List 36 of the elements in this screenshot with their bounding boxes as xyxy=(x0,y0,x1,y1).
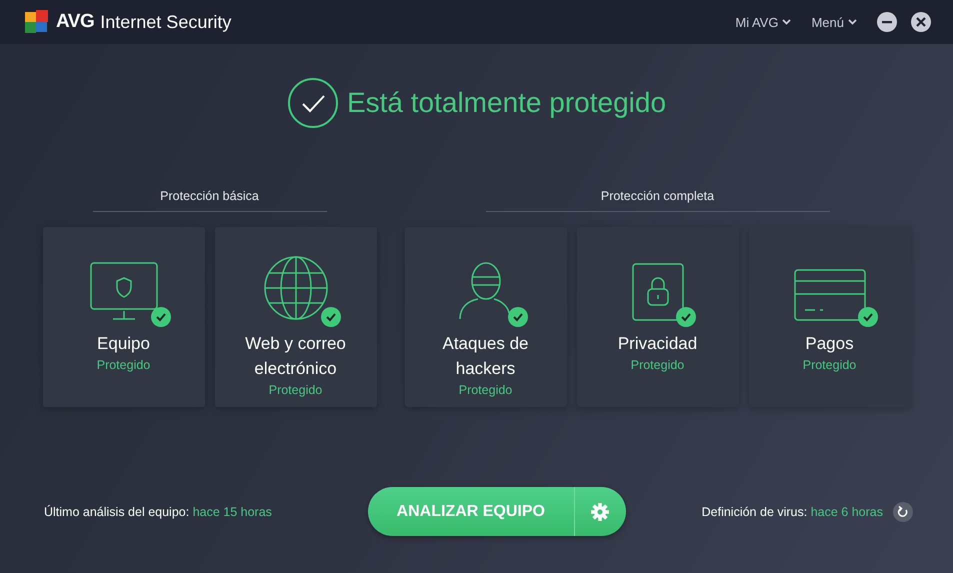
card-status: Protegido xyxy=(96,358,150,372)
lock-icon xyxy=(632,263,684,321)
last-scan-text: Último análisis del equipo: hace 15 horas xyxy=(44,504,272,518)
gear-icon xyxy=(590,502,610,522)
card-title: Privacidad xyxy=(616,333,698,355)
protection-card[interactable]: Ataques de hackers Protegido xyxy=(404,227,566,407)
card-title: Equipo xyxy=(96,333,151,355)
virus-definition-text: Definición de virus: hace 6 horas xyxy=(702,504,883,518)
card-status: Protegido xyxy=(268,383,322,397)
protection-card[interactable]: Privacidad Protegido xyxy=(576,227,738,407)
card-title: Ataques de hackers xyxy=(441,333,530,380)
close-icon[interactable] xyxy=(911,12,931,32)
chevron-down-icon xyxy=(848,19,857,25)
globe-icon xyxy=(262,255,328,321)
logo-text: AVG xyxy=(56,11,94,33)
section-title: Protección completa xyxy=(486,189,830,212)
monitor-shield-icon xyxy=(88,261,158,321)
card-status: Protegido xyxy=(630,358,684,372)
protection-card[interactable]: Web y correo electrónico Protegido xyxy=(214,227,376,407)
card-status: Protegido xyxy=(802,358,856,372)
card-title: Web y correo electrónico xyxy=(244,333,347,380)
section-title: Protección básica xyxy=(92,189,326,212)
menu-button[interactable]: Menú xyxy=(811,14,857,30)
window-title: Internet Security xyxy=(100,12,232,32)
settings-button[interactable] xyxy=(574,487,626,536)
protection-card[interactable]: Pagos Protegido xyxy=(748,227,910,407)
logo-icon xyxy=(24,10,50,34)
chevron-down-icon xyxy=(782,19,792,25)
card-status: Protegido xyxy=(458,383,512,397)
card-title: Pagos xyxy=(804,333,855,355)
status-message: Está totalmente protegido xyxy=(346,87,666,119)
menu-button[interactable]: Mi AVG xyxy=(735,14,792,30)
minimize-icon[interactable] xyxy=(877,12,897,32)
refresh-icon[interactable] xyxy=(892,502,913,522)
protection-card[interactable]: Equipo Protegido xyxy=(42,227,204,407)
credit-card-icon xyxy=(794,269,866,321)
